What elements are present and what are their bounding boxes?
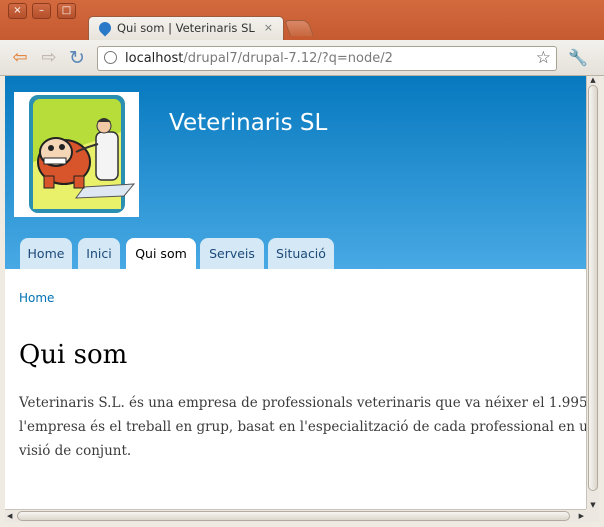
reload-icon[interactable]: ↻ (66, 47, 88, 69)
site-header: Veterinaris SL Home Inici Qui som Servei… (5, 76, 586, 269)
window-close-button[interactable]: × (8, 3, 27, 19)
tab-title: Qui som | Veterinaris SL (117, 21, 255, 35)
vertical-scroll-thumb[interactable] (588, 85, 598, 491)
address-bar[interactable]: localhost/drupal7/drupal-7.12/?q=node/2 … (97, 46, 557, 71)
site-logo[interactable] (14, 92, 139, 217)
tab-qui-som[interactable]: Qui som (126, 238, 196, 269)
tab-inici[interactable]: Inici (78, 238, 120, 269)
scroll-down-arrow-icon[interactable]: ▼ (587, 501, 599, 509)
scroll-left-arrow-icon[interactable]: ◀ (7, 510, 12, 522)
tab-home[interactable]: Home (20, 238, 72, 269)
star-icon[interactable]: ☆ (536, 48, 551, 68)
browser-tab[interactable]: Qui som | Veterinaris SL × (88, 16, 284, 40)
window-minimize-button[interactable]: – (32, 3, 51, 19)
page-body: Veterinaris S.L. és una empresa de profe… (19, 391, 586, 463)
globe-icon (104, 51, 117, 64)
tab-strip: × – □ Qui som | Veterinaris SL × (0, 0, 604, 40)
forward-arrow-icon[interactable]: ⇨ (38, 47, 60, 69)
horizontal-scroll-thumb[interactable] (17, 511, 570, 521)
browser-window: × – □ Qui som | Veterinaris SL × ⇦ ⇨ ↻ l… (0, 0, 604, 527)
drupal-favicon-icon (96, 19, 114, 37)
site-name[interactable]: Veterinaris SL (169, 110, 327, 136)
page-title: Qui som (19, 340, 128, 370)
page-viewport: Veterinaris SL Home Inici Qui som Servei… (5, 76, 586, 509)
tab-close-icon[interactable]: × (264, 21, 273, 34)
body-line: Veterinaris S.L. és una empresa de profe… (19, 395, 586, 411)
new-tab-button[interactable] (284, 20, 314, 36)
vet-clinic-logo-icon (14, 92, 139, 217)
window-maximize-button[interactable]: □ (57, 3, 76, 19)
scroll-up-arrow-icon[interactable]: ▲ (587, 76, 599, 84)
vertical-scrollbar[interactable]: ▲ ▼ (586, 76, 599, 509)
tab-serveis[interactable]: Serveis (200, 238, 264, 269)
back-arrow-icon[interactable]: ⇦ (9, 47, 31, 69)
breadcrumb-home-link[interactable]: Home (19, 291, 54, 305)
browser-toolbar: ⇦ ⇨ ↻ localhost/drupal7/drupal-7.12/?q=n… (0, 40, 604, 76)
tab-situacio[interactable]: Situació (268, 238, 334, 269)
scroll-right-arrow-icon[interactable]: ▶ (579, 510, 584, 522)
wrench-icon[interactable]: 🔧 (567, 47, 589, 69)
scrollbar-corner (586, 509, 599, 522)
body-line: l'empresa és el treball en grup, basat e… (19, 419, 586, 435)
horizontal-scrollbar[interactable]: ◀ ▶ (5, 509, 586, 522)
url-text[interactable]: localhost/drupal7/drupal-7.12/?q=node/2 (125, 51, 393, 66)
body-line: visió de conjunt. (19, 443, 132, 459)
